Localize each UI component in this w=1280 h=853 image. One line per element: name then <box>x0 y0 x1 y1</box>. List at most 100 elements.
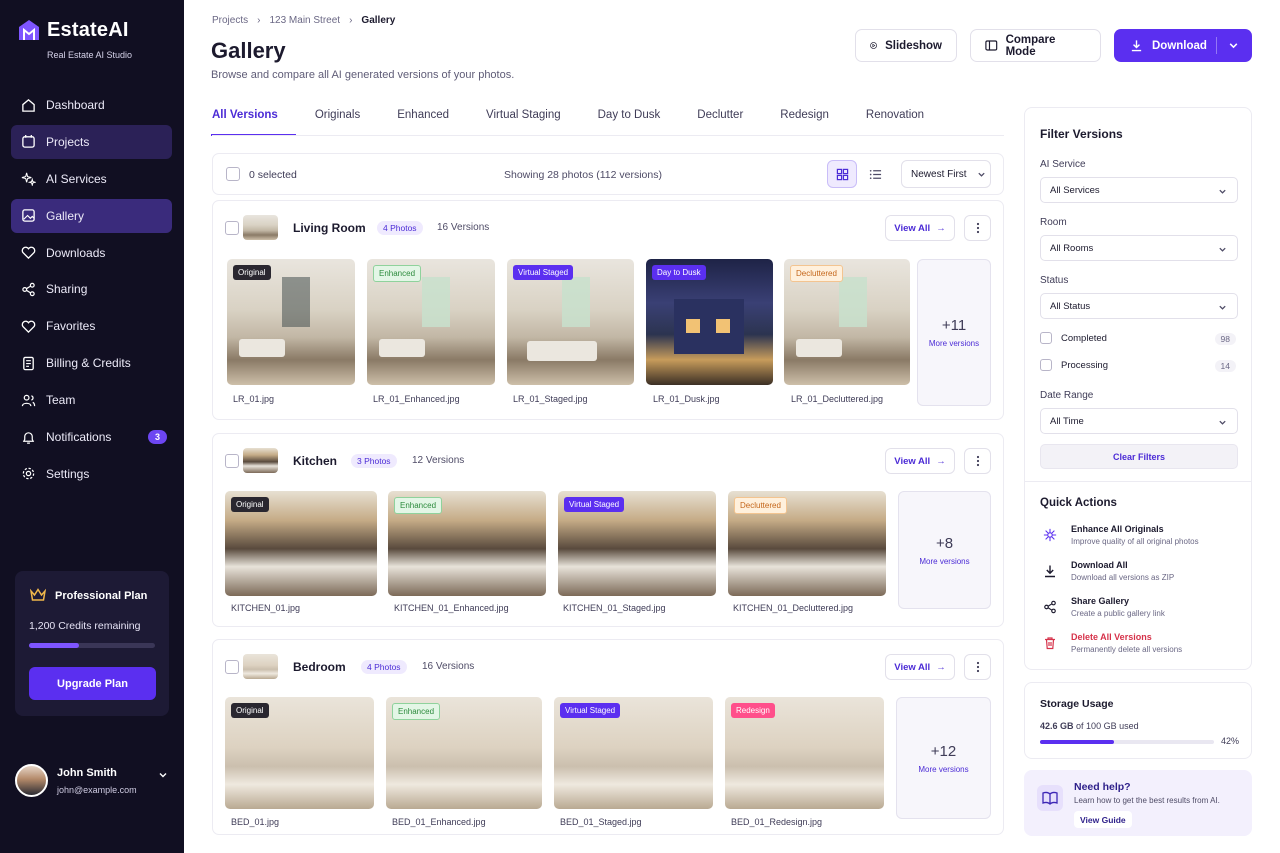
image-icon <box>20 208 36 224</box>
ai-service-select[interactable]: All Services <box>1040 177 1238 203</box>
room-group-living-room: Living Room 4 Photos 16 Versions View Al… <box>212 200 1004 420</box>
more-options-button[interactable] <box>964 654 991 680</box>
group-checkbox[interactable] <box>225 221 239 235</box>
photo-card[interactable]: Original <box>225 491 377 596</box>
more-options-button[interactable] <box>964 448 991 474</box>
enhance-all-action[interactable]: Enhance All Originals Improve quality of… <box>1040 524 1240 552</box>
credits-remaining: 1,200 Credits remaining <box>29 620 141 632</box>
photo-card[interactable]: Original <box>225 697 374 809</box>
sidebar-item-dashboard[interactable]: Dashboard <box>11 88 172 122</box>
date-range-select[interactable]: All Time <box>1040 408 1238 434</box>
group-checkbox[interactable] <box>225 660 239 674</box>
compare-mode-label: Compare Mode <box>1005 33 1056 58</box>
processing-label: Processing <box>1061 359 1108 371</box>
photo-card[interactable]: Virtual Staged <box>554 697 713 809</box>
storage-used-amount: 42.6 GB <box>1040 721 1074 731</box>
bell-icon <box>20 429 36 445</box>
chevron-down-icon[interactable] <box>1228 40 1239 51</box>
processing-count: 14 <box>1214 360 1236 372</box>
share-icon <box>20 281 36 297</box>
photo-card[interactable]: Day to Dusk <box>646 259 773 385</box>
house-logo-icon <box>19 20 39 40</box>
sort-value: Newest First <box>911 168 967 180</box>
photo-card[interactable]: Decluttered <box>784 259 910 385</box>
versions-count: 16 Versions <box>422 661 475 672</box>
tab-enhanced[interactable]: Enhanced <box>397 96 449 136</box>
tab-declutter[interactable]: Declutter <box>697 96 743 136</box>
divider <box>1216 37 1217 54</box>
slideshow-button[interactable]: Slideshow <box>855 29 957 62</box>
sidebar-item-billing[interactable]: Billing & Credits <box>11 346 172 380</box>
room-label: Room <box>1040 217 1067 228</box>
sidebar-item-downloads[interactable]: Downloads <box>11 236 172 270</box>
file-name: LR_01_Enhanced.jpg <box>373 394 460 404</box>
status-select[interactable]: All Status <box>1040 293 1238 319</box>
group-checkbox[interactable] <box>225 454 239 468</box>
chevron-down-icon[interactable] <box>158 770 168 780</box>
delete-all-action[interactable]: Delete All Versions Permanently delete a… <box>1040 632 1240 660</box>
more-options-button[interactable] <box>964 215 991 241</box>
sidebar-item-favorites[interactable]: Favorites <box>11 309 172 343</box>
share-gallery-action[interactable]: Share Gallery Create a public gallery li… <box>1040 596 1240 624</box>
processing-checkbox[interactable] <box>1040 359 1052 371</box>
upgrade-plan-button[interactable]: Upgrade Plan <box>29 667 156 700</box>
photo-card[interactable]: Enhanced <box>386 697 542 809</box>
photo-card[interactable]: Original <box>227 259 355 385</box>
breadcrumb-projects[interactable]: Projects <box>212 15 248 26</box>
photo-card[interactable]: Virtual Staged <box>558 491 716 596</box>
sidebar-item-team[interactable]: Team <box>11 383 172 417</box>
select-all-checkbox[interactable] <box>226 167 240 181</box>
more-versions-card[interactable]: +12 More versions <box>896 697 991 819</box>
view-all-button[interactable]: View All → <box>885 448 955 474</box>
view-guide-button[interactable]: View Guide <box>1074 811 1132 828</box>
clear-filters-button[interactable]: Clear Filters <box>1040 444 1238 469</box>
more-vertical-icon <box>976 222 979 234</box>
tab-redesign[interactable]: Redesign <box>780 96 829 136</box>
sidebar-item-sharing[interactable]: Sharing <box>11 272 172 306</box>
more-versions-card[interactable]: +11 More versions <box>917 259 991 406</box>
more-versions-card[interactable]: +8 More versions <box>898 491 991 609</box>
user-profile[interactable]: John Smith john@example.com <box>15 764 170 798</box>
grid-view-button[interactable] <box>827 160 857 188</box>
photo-card[interactable]: Decluttered <box>728 491 886 596</box>
chevron-right-icon: › <box>349 15 353 26</box>
photo-card[interactable]: Virtual Staged <box>507 259 634 385</box>
photos-badge: 4 Photos <box>361 660 407 674</box>
room-select[interactable]: All Rooms <box>1040 235 1238 261</box>
photo-card[interactable]: Redesign <box>725 697 884 809</box>
filter-title: Filter Versions <box>1040 127 1123 141</box>
more-vertical-icon <box>976 455 979 467</box>
tab-renovation[interactable]: Renovation <box>866 96 924 136</box>
photo-card[interactable]: Enhanced <box>367 259 495 385</box>
storage-progress-bar <box>1040 740 1214 744</box>
photo-card[interactable]: Enhanced <box>388 491 546 596</box>
sidebar-item-projects[interactable]: Projects <box>11 124 172 159</box>
processing-filter[interactable]: Processing <box>1040 359 1108 371</box>
billing-icon <box>20 355 36 371</box>
completed-checkbox[interactable] <box>1040 332 1052 344</box>
app-logo[interactable]: EstateAI <box>17 18 129 42</box>
download-all-action[interactable]: Download All Download all versions as ZI… <box>1040 560 1240 588</box>
sort-select[interactable]: Newest First <box>901 160 991 188</box>
room-value: All Rooms <box>1050 242 1094 254</box>
tab-originals[interactable]: Originals <box>315 96 360 136</box>
help-card: Need help? Learn how to get the best res… <box>1024 770 1252 836</box>
version-tag: Decluttered <box>734 497 787 514</box>
view-all-button[interactable]: View All → <box>885 654 955 680</box>
tab-all-versions[interactable]: All Versions <box>211 96 296 136</box>
download-button[interactable]: Download <box>1114 29 1252 62</box>
action-desc: Download all versions as ZIP <box>1071 573 1175 582</box>
sidebar-item-notifications[interactable]: Notifications 3 <box>11 420 172 454</box>
tab-day-to-dusk[interactable]: Day to Dusk <box>598 96 661 136</box>
breadcrumb-project[interactable]: 123 Main Street <box>269 15 340 26</box>
action-title: Delete All Versions <box>1071 632 1152 642</box>
sidebar-item-label: Favorites <box>46 319 96 334</box>
list-view-button[interactable] <box>860 160 890 188</box>
compare-mode-button[interactable]: Compare Mode <box>970 29 1101 62</box>
sidebar-item-gallery[interactable]: Gallery <box>11 198 172 233</box>
sidebar-item-settings[interactable]: Settings <box>11 457 172 491</box>
completed-filter[interactable]: Completed <box>1040 332 1107 344</box>
view-all-button[interactable]: View All → <box>885 215 955 241</box>
sidebar-item-ai-services[interactable]: AI Services <box>11 162 172 196</box>
tab-virtual-staging[interactable]: Virtual Staging <box>486 96 561 136</box>
